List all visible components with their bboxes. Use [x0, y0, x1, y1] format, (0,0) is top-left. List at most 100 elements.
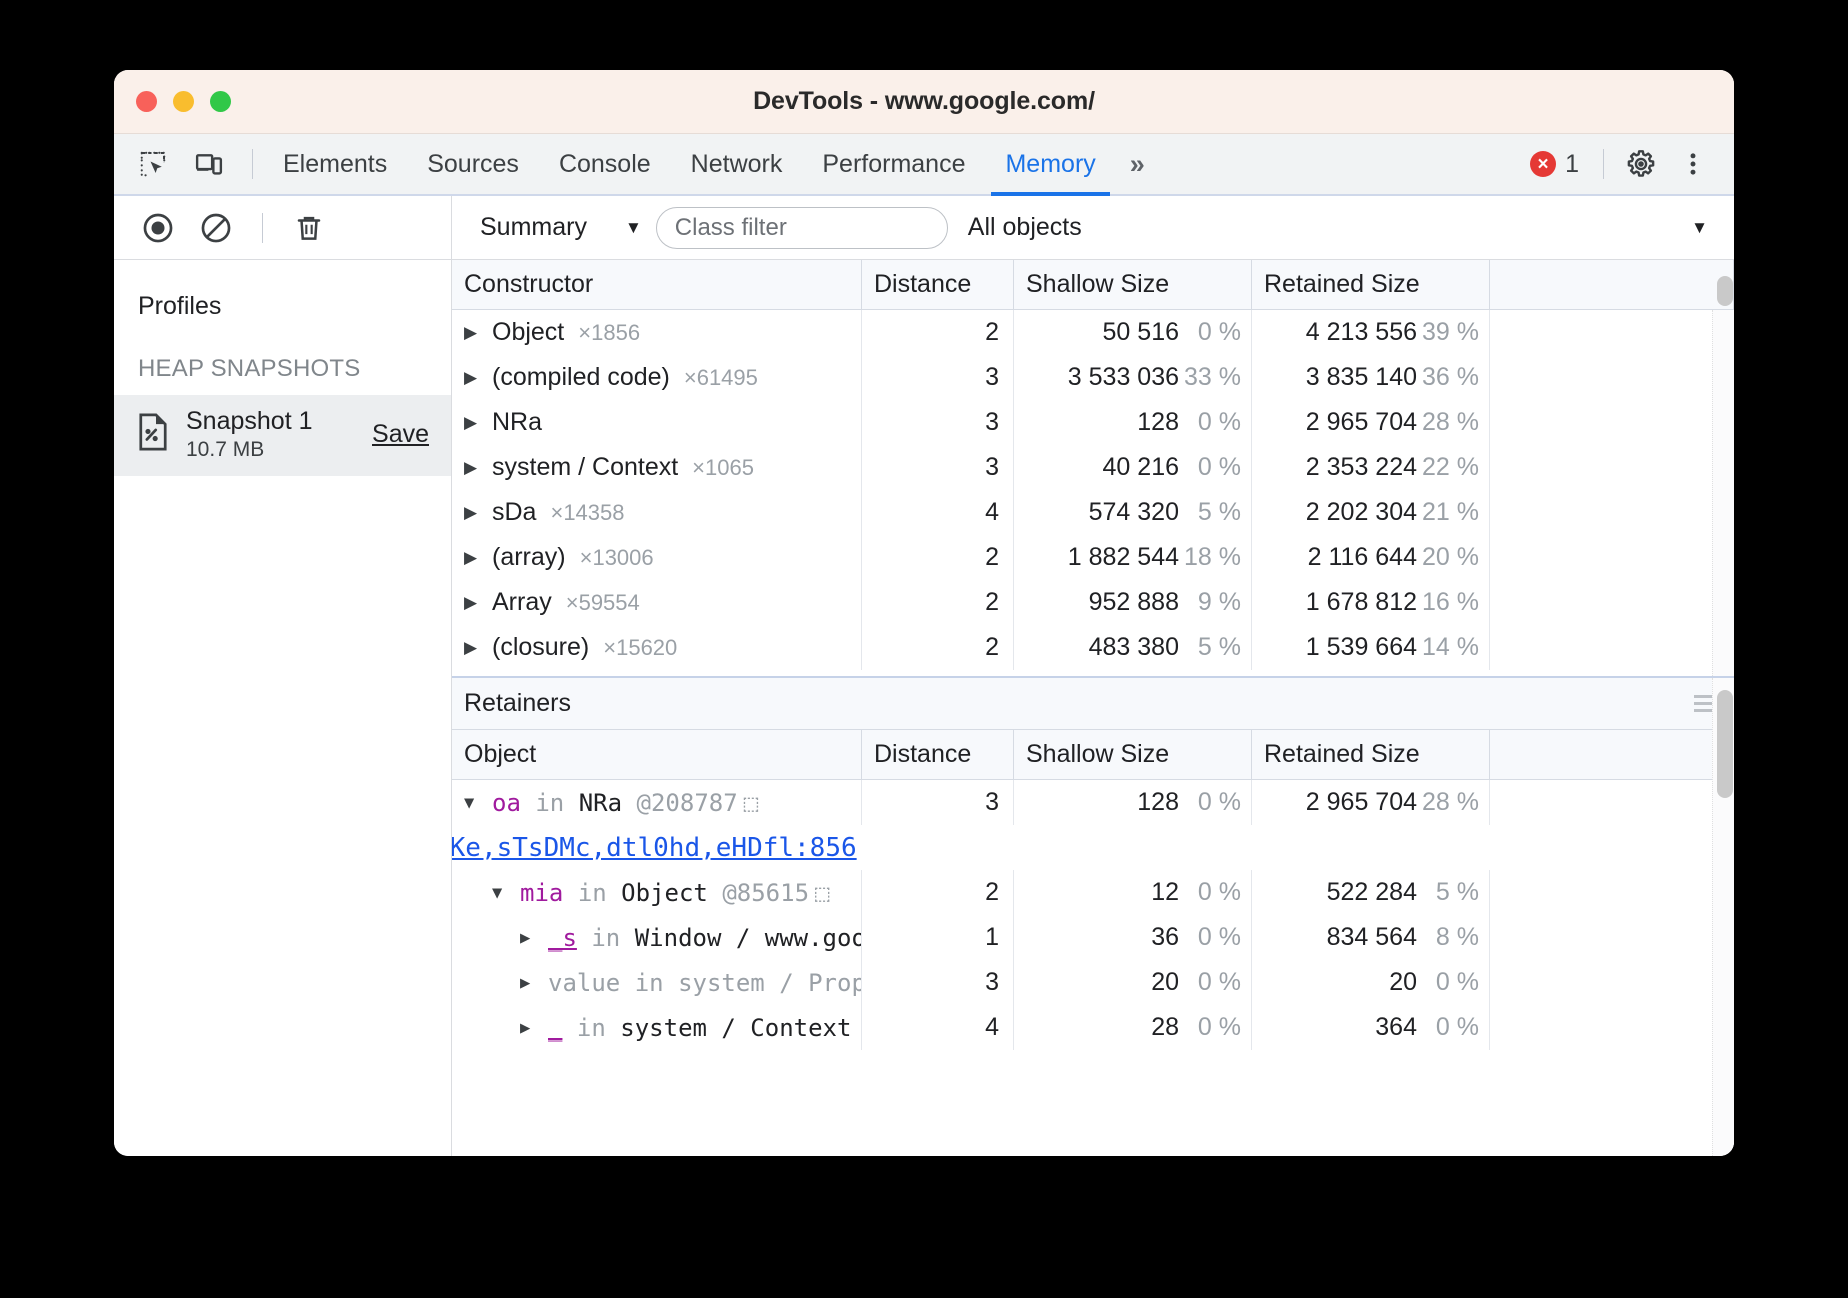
shallow-size-cell: 36 0 % — [1014, 915, 1252, 960]
objects-filter-select[interactable]: All objects ▼ — [968, 206, 1734, 250]
collapse-triangle-icon[interactable]: ▼ — [464, 793, 484, 813]
shallow-size-percent: 0 % — [1179, 408, 1241, 437]
distance-cell: 3 — [862, 355, 1014, 400]
expand-triangle-icon[interactable]: ▶ — [464, 638, 484, 658]
expand-triangle-icon[interactable]: ▶ — [520, 928, 540, 948]
table-row[interactable]: ▶ (closure) ×15620 2 483 380 5 % 1 539 6… — [452, 625, 1734, 670]
retainer-object-cell[interactable]: ▶ value in system / Prop — [452, 960, 862, 1005]
save-snapshot-link[interactable]: Save — [372, 420, 429, 449]
retainer-object-cell[interactable]: ▶ _ in system / Context — [452, 1005, 862, 1050]
collapse-triangle-icon[interactable]: ▼ — [492, 883, 512, 903]
retainer-in-keyword: in — [535, 789, 564, 817]
column-header-constructor[interactable]: Constructor — [452, 260, 862, 309]
retained-size-percent: 0 % — [1417, 968, 1479, 997]
expand-triangle-icon[interactable]: ▶ — [464, 548, 484, 568]
clear-icon[interactable] — [194, 206, 238, 250]
inspect-element-icon[interactable] — [130, 141, 176, 187]
shallow-size-cell: 128 0 % — [1014, 400, 1252, 445]
retainers-rows: ▼ oa in NRa @208787 ⬚ 3 — [452, 780, 1734, 1156]
memory-panel-body: Profiles HEAP SNAPSHOTS Snapshot 1 — [114, 260, 1734, 1156]
column-header-distance[interactable]: Distance — [862, 730, 1014, 779]
instance-count: ×59554 — [566, 590, 640, 616]
retainers-scrollbar[interactable] — [1712, 678, 1734, 1156]
retainer-row[interactable]: ▶ _ in system / Context 4 28 0 % — [452, 1005, 1734, 1050]
constructor-cell[interactable]: ▶ NRa — [452, 400, 862, 445]
sidebar-item-snapshot-1[interactable]: Snapshot 1 10.7 MB Save — [114, 395, 451, 476]
more-tabs-chevron-icon[interactable]: » — [1116, 134, 1159, 194]
table-row[interactable]: ▶ Object ×1856 2 50 516 0 % 4 213 556 — [452, 310, 1734, 355]
record-heap-snapshot-icon[interactable] — [136, 206, 180, 250]
tab-label: Elements — [283, 150, 387, 179]
retained-size-value: 1 539 664 — [1306, 633, 1417, 662]
instance-count: ×1065 — [692, 455, 754, 481]
retainer-row[interactable]: ▼ mia in Object @85615 ⬚ 2 — [452, 870, 1734, 915]
instance-count: ×13006 — [580, 545, 654, 571]
tab-network[interactable]: Network — [671, 134, 803, 194]
device-toolbar-icon[interactable] — [186, 141, 232, 187]
retainer-object-cell[interactable]: ▼ mia in Object @85615 ⬚ — [452, 870, 862, 915]
table-row[interactable]: ▶ (array) ×13006 2 1 882 544 18 % 2 116 … — [452, 535, 1734, 580]
retainer-object-cell[interactable]: ▶ _s in Window / www.goo — [452, 915, 862, 960]
column-header-shallow-size[interactable]: Shallow Size — [1014, 260, 1252, 309]
retainer-object-cell[interactable]: ▼ oa in NRa @208787 ⬚ — [452, 780, 862, 825]
expand-triangle-icon[interactable]: ▶ — [464, 458, 484, 478]
column-header-distance[interactable]: Distance — [862, 260, 1014, 309]
tab-elements[interactable]: Elements — [263, 134, 407, 194]
constructors-scrollbar-thumb[interactable] — [1717, 276, 1733, 306]
tab-console[interactable]: Console — [539, 134, 671, 194]
constructors-scrollbar[interactable] — [1712, 310, 1734, 676]
retainers-scrollbar-thumb[interactable] — [1717, 690, 1733, 798]
shallow-size-value: 20 — [1151, 968, 1179, 997]
retainer-row[interactable]: ▶ _s in Window / www.goo 1 36 0 % — [452, 915, 1734, 960]
gear-icon[interactable] — [1618, 141, 1664, 187]
retained-size-percent: 21 % — [1417, 498, 1479, 527]
expand-triangle-icon[interactable]: ▶ — [464, 368, 484, 388]
column-header-shallow-size[interactable]: Shallow Size — [1014, 730, 1252, 779]
table-row[interactable]: ▶ (compiled code) ×61495 3 3 533 036 33 … — [452, 355, 1734, 400]
expand-triangle-icon[interactable]: ▶ — [464, 323, 484, 343]
column-header-retained-size[interactable]: Retained Size — [1252, 260, 1490, 309]
column-header-object[interactable]: Object — [452, 730, 862, 779]
row-filler — [1490, 625, 1734, 670]
retainer-row[interactable]: ▼ oa in NRa @208787 ⬚ 3 — [452, 780, 1734, 825]
table-row[interactable]: ▶ Array ×59554 2 952 888 9 % 1 678 812 — [452, 580, 1734, 625]
retained-size-value: 364 — [1375, 1013, 1417, 1042]
view-type-select[interactable]: Summary ▼ — [466, 206, 656, 250]
retainer-source-link-row[interactable]: gKe,sTsDMc,dtl0hd,eHDfl:856 — [452, 825, 1734, 870]
tab-label: Console — [559, 150, 651, 179]
table-row[interactable]: ▶ system / Context ×1065 3 40 216 0 % 2 … — [452, 445, 1734, 490]
source-location-link[interactable]: gKe,sTsDMc,dtl0hd,eHDfl:856 — [452, 833, 857, 863]
shallow-size-percent: 0 % — [1179, 788, 1241, 817]
constructor-cell[interactable]: ▶ (compiled code) ×61495 — [452, 355, 862, 400]
retainer-row[interactable]: ▶ value in system / Prop 3 20 0 % — [452, 960, 1734, 1005]
trash-icon[interactable] — [287, 206, 331, 250]
table-row[interactable]: ▶ NRa 3 128 0 % 2 965 704 28 — [452, 400, 1734, 445]
tabbar-right-icons: × 1 — [1520, 134, 1734, 194]
constructor-cell[interactable]: ▶ Array ×59554 — [452, 580, 862, 625]
shallow-size-value: 574 320 — [1089, 498, 1179, 527]
expand-triangle-icon[interactable]: ▶ — [464, 593, 484, 613]
tab-memory[interactable]: Memory — [985, 134, 1115, 194]
constructor-cell[interactable]: ▶ system / Context ×1065 — [452, 445, 862, 490]
expand-triangle-icon[interactable]: ▶ — [464, 503, 484, 523]
constructor-cell[interactable]: ▶ (array) ×13006 — [452, 535, 862, 580]
instance-count: ×15620 — [603, 635, 677, 661]
retained-size-percent: 5 % — [1417, 878, 1479, 907]
class-filter-input[interactable] — [656, 207, 948, 249]
constructor-cell[interactable]: ▶ Object ×1856 — [452, 310, 862, 355]
sidebar-section-heap-snapshots: HEAP SNAPSHOTS — [114, 331, 451, 395]
table-row[interactable]: ▶ sDa ×14358 4 574 320 5 % 2 202 304 — [452, 490, 1734, 535]
expand-triangle-icon[interactable]: ▶ — [520, 1018, 540, 1038]
shallow-size-percent: 0 % — [1179, 878, 1241, 907]
error-counter[interactable]: × 1 — [1520, 150, 1589, 179]
kebab-menu-icon[interactable] — [1670, 141, 1716, 187]
column-header-retained-size[interactable]: Retained Size — [1252, 730, 1490, 779]
expand-triangle-icon[interactable]: ▶ — [464, 413, 484, 433]
constructor-cell[interactable]: ▶ sDa ×14358 — [452, 490, 862, 535]
constructor-cell[interactable]: ▶ (closure) ×15620 — [452, 625, 862, 670]
tab-performance[interactable]: Performance — [802, 134, 985, 194]
retainer-object-id: @85615 — [722, 879, 809, 907]
tab-sources[interactable]: Sources — [407, 134, 539, 194]
retained-size-value: 2 965 704 — [1306, 788, 1417, 817]
expand-triangle-icon[interactable]: ▶ — [520, 973, 540, 993]
